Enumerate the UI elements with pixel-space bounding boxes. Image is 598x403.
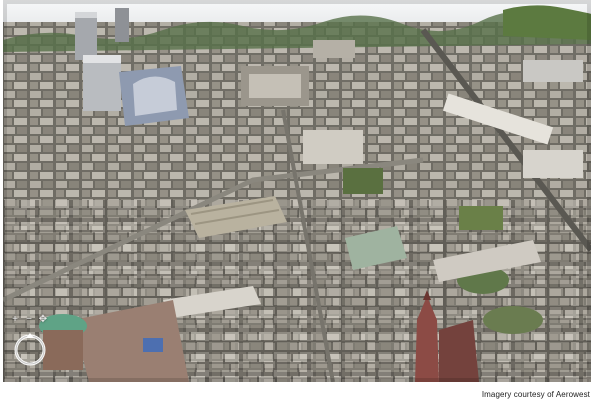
imagery-credit: Imagery courtesy of Aerowest [481, 390, 590, 399]
aerial-imagery [3, 0, 591, 382]
aerial-3d-city-view[interactable]: + − ✥ [3, 0, 591, 382]
zoom-in-icon[interactable]: + [10, 315, 20, 325]
navigation-controls: + − ✥ [10, 315, 48, 325]
zoom-out-icon[interactable]: − [24, 315, 34, 325]
pan-icon[interactable]: ✥ [38, 315, 48, 325]
compass-ring-icon[interactable] [12, 332, 48, 368]
